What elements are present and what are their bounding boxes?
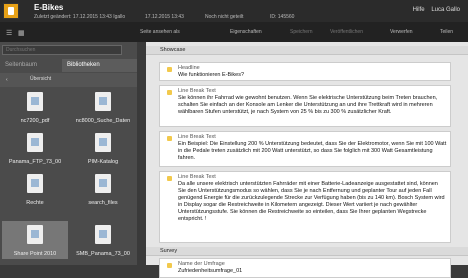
page-id: ID: 145560: [270, 14, 295, 20]
folder-icon: [27, 133, 43, 152]
text-block[interactable]: Line Break Text Ein Beispiel: Die Einste…: [159, 131, 451, 167]
toolbar: ☰ ▦ Seite ansehen als Eigenschaften Spei…: [0, 22, 468, 42]
save-button[interactable]: Speichern: [290, 29, 313, 35]
folder-icon: [27, 174, 43, 193]
library-tile[interactable]: PIM-Katalog: [70, 129, 136, 167]
properties-button[interactable]: Eigenschaften: [230, 29, 262, 35]
search-input[interactable]: [2, 45, 122, 55]
title-bar: E-Bikes Zuletzt geändert: 17.12.2015 13:…: [0, 0, 468, 22]
section-showcase[interactable]: Showcase: [146, 46, 468, 55]
user-menu[interactable]: Luca Gallo: [431, 7, 460, 13]
help-menu[interactable]: Hilfe: [413, 7, 425, 13]
section-marker-icon: [167, 90, 172, 95]
discard-button[interactable]: Verwerfen: [390, 29, 413, 35]
breadcrumb: ‹ Übersicht: [0, 73, 137, 87]
publish-button[interactable]: Veröffentlichen: [330, 29, 363, 35]
view-as-button[interactable]: Seite ansehen als: [140, 29, 180, 35]
folder-icon: [27, 92, 43, 111]
list-view-icon[interactable]: ☰: [6, 29, 12, 37]
tab-libraries[interactable]: Bibliotheken: [62, 59, 137, 72]
content-area: Showcase Headline Wie funktionieren E-Bi…: [146, 42, 468, 278]
share-button[interactable]: Teilen: [440, 29, 453, 35]
back-icon[interactable]: ‹: [6, 77, 8, 83]
page-icon: [3, 3, 19, 19]
section-marker-icon: [167, 176, 172, 181]
library-tile[interactable]: Rechte: [2, 170, 68, 208]
section-marker-icon: [167, 67, 172, 72]
library-tile[interactable]: nc7200_pdf: [2, 88, 68, 126]
survey-block[interactable]: Name der Umfrage Zufriedenheitsumfrage_0…: [159, 258, 451, 278]
sidebar: Seitenbaum Bibliotheken ‹ Übersicht nc72…: [0, 42, 137, 265]
share-status: Noch nicht geteilt: [205, 14, 244, 20]
library-tile[interactable]: Share Point 2010: [2, 221, 68, 259]
splitter[interactable]: [137, 42, 146, 265]
library-tile[interactable]: search_files: [70, 170, 136, 208]
library-tile[interactable]: Panama_FTP_73_00: [2, 129, 68, 167]
breadcrumb-overview[interactable]: Übersicht: [30, 76, 51, 82]
clock-date: 17.12.2015 13:43: [145, 14, 184, 20]
last-changed: Zuletzt geändert: 17.12.2015 13:43 Igall…: [34, 14, 126, 20]
tab-page-tree[interactable]: Seitenbaum: [0, 59, 42, 72]
folder-icon: [95, 174, 111, 193]
section-marker-icon: [167, 263, 172, 268]
page-title: E-Bikes: [34, 3, 64, 12]
headline-block[interactable]: Headline Wie funktionieren E-Bikes?: [159, 62, 451, 81]
library-tile[interactable]: SMB_Panama_73_00: [70, 221, 136, 259]
folder-icon: [95, 133, 111, 152]
section-survey[interactable]: Survey: [146, 247, 468, 256]
folder-icon: [95, 225, 111, 244]
grid-view-icon[interactable]: ▦: [18, 29, 25, 37]
section-marker-icon: [167, 136, 172, 141]
text-block[interactable]: Line Break Text Da alle unsere elektrisc…: [159, 171, 451, 243]
text-block[interactable]: Line Break Text Sie können ihr Fahrrad w…: [159, 85, 451, 127]
library-tile[interactable]: nc8000_Suche_Daten: [70, 88, 136, 126]
folder-icon: [27, 225, 43, 244]
folder-icon: [95, 92, 111, 111]
